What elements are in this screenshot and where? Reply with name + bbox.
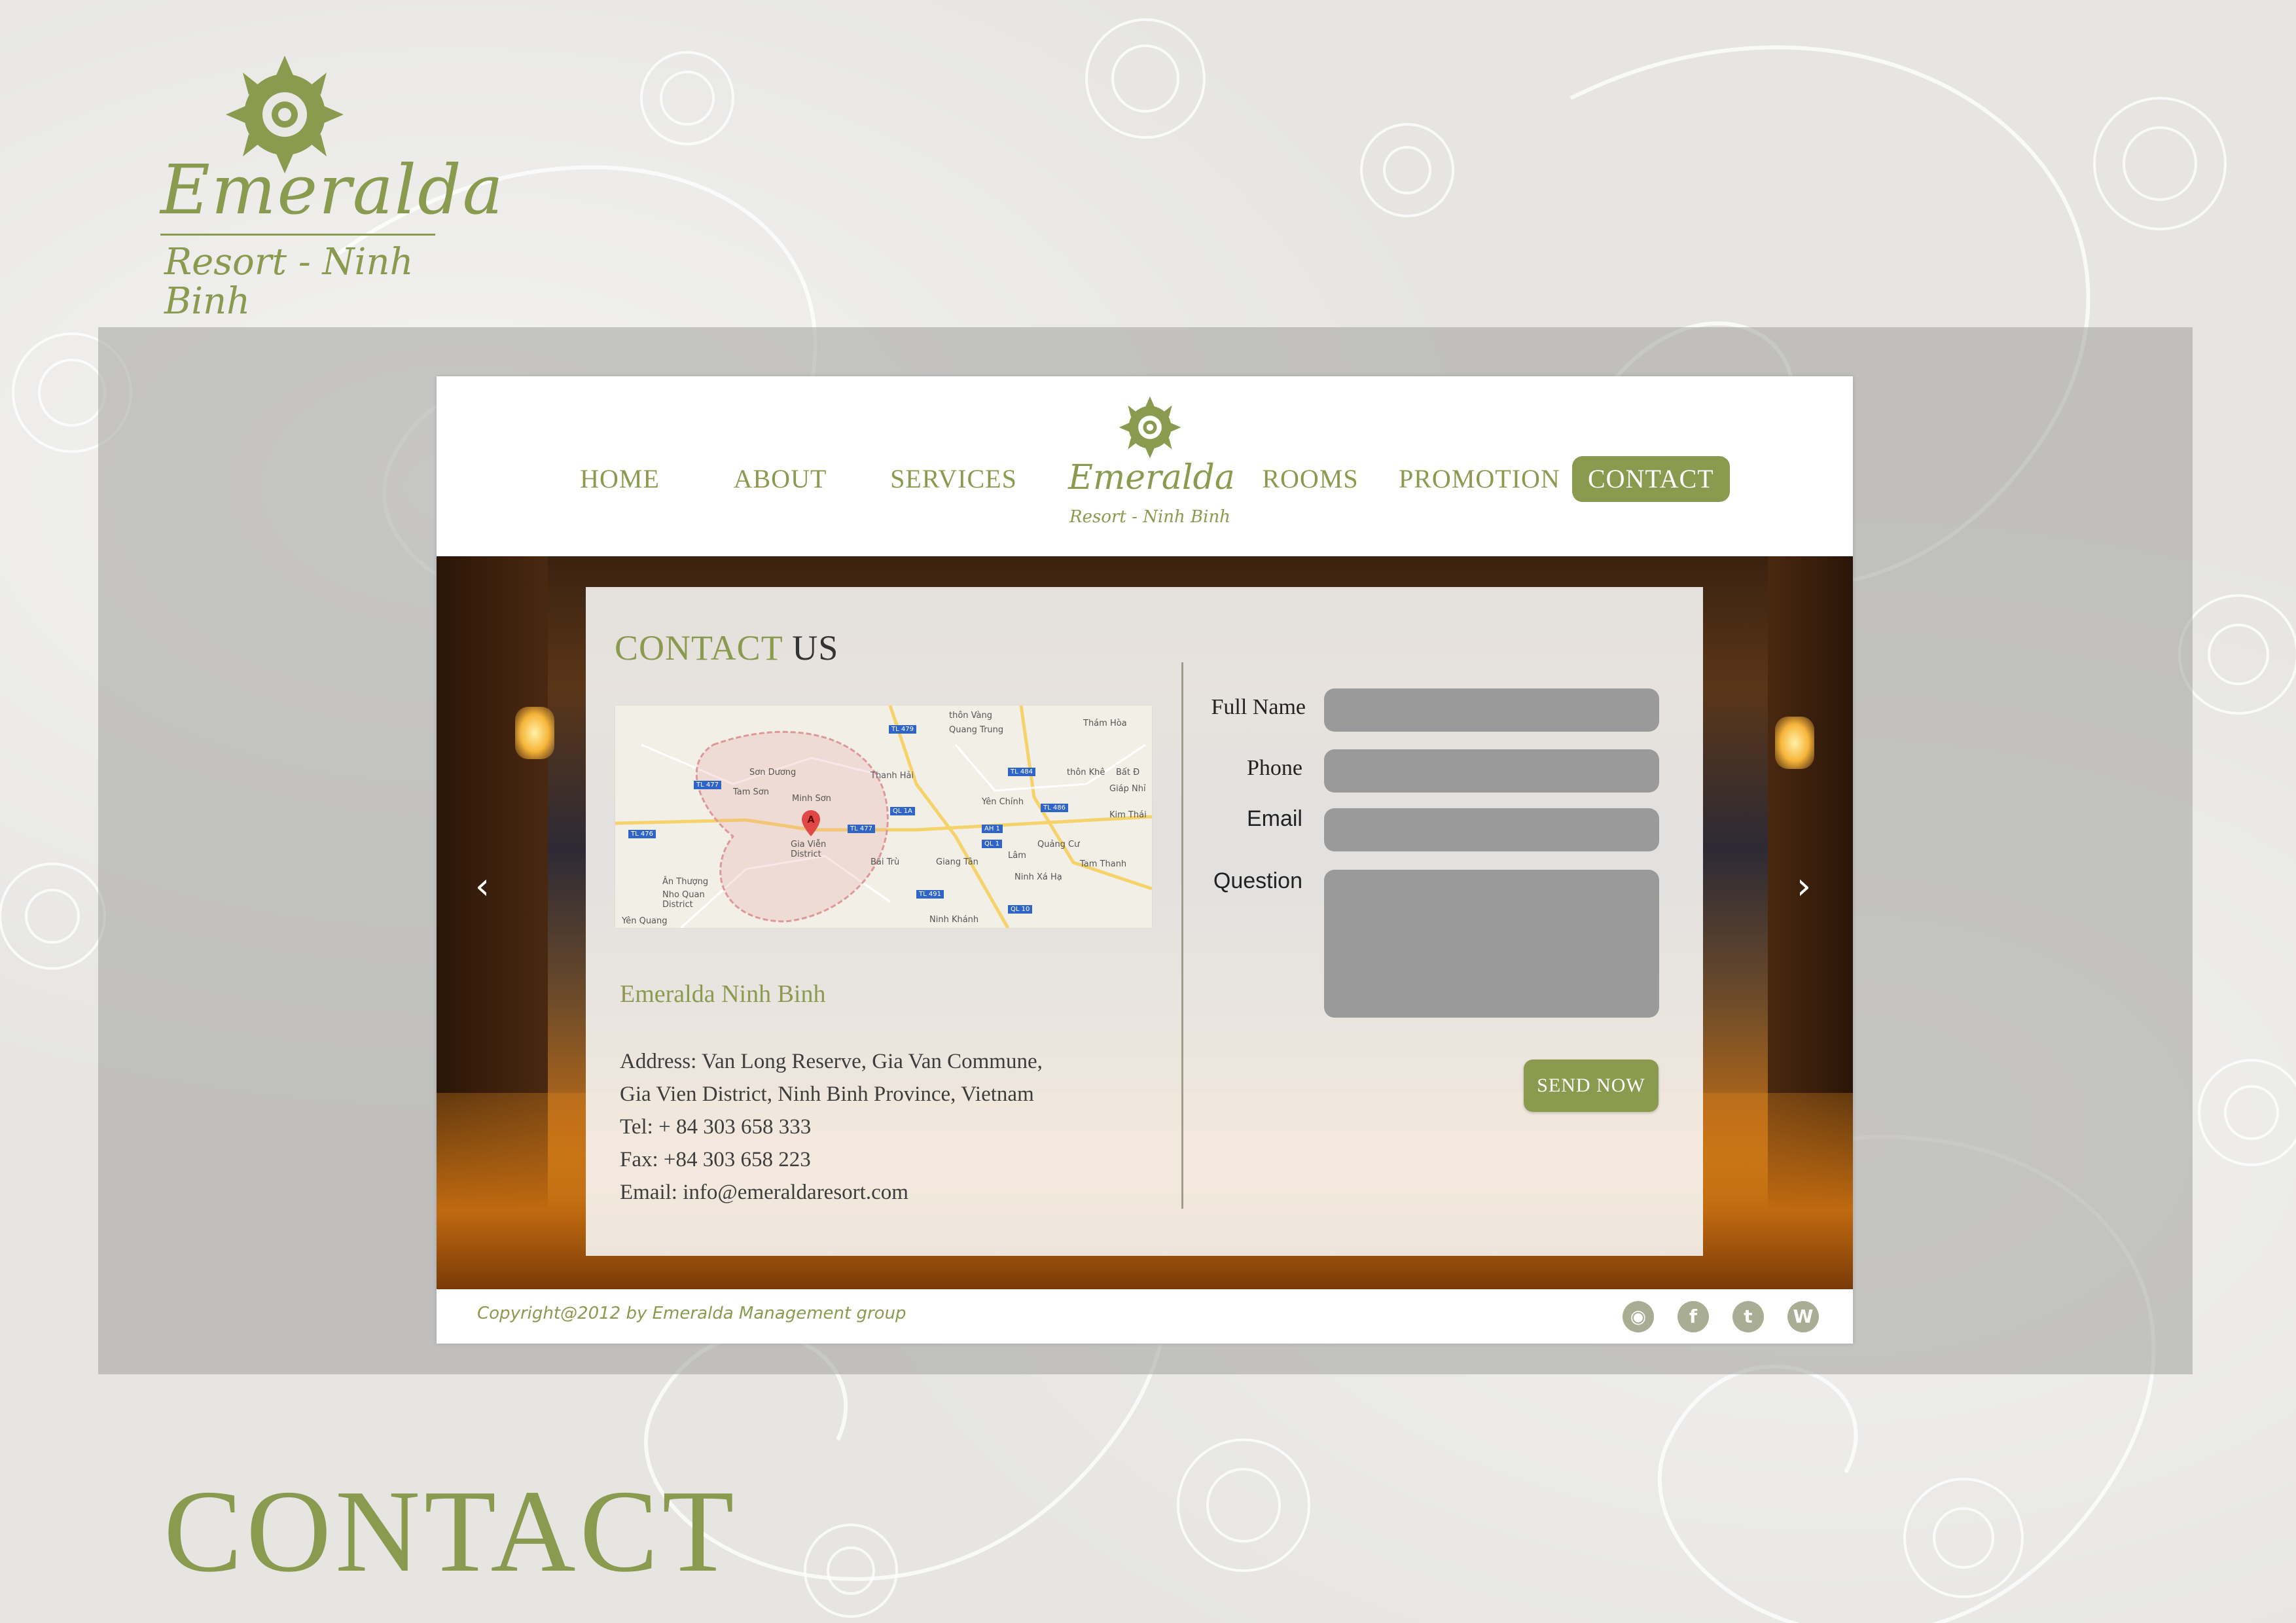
nav-rooms[interactable]: ROOMS [1261, 456, 1359, 502]
hotel-name: Emeralda Ninh Binh [620, 980, 826, 1008]
lamp-light [1775, 717, 1814, 769]
contact-title-part1: CONTACT [615, 628, 783, 668]
brand-logo: Emeralda Resort - Ninh Binh [160, 56, 505, 321]
svg-text:A: A [808, 815, 815, 825]
section-title: CONTACT [164, 1466, 738, 1596]
brand-name: Emeralda [160, 150, 505, 230]
map-pin-icon[interactable]: A [802, 810, 820, 836]
question-textarea[interactable] [1324, 870, 1659, 1018]
chevron-left-icon[interactable]: ‹ [463, 861, 502, 913]
phone-input[interactable] [1324, 749, 1659, 793]
nav-logo-name: Emeralda [1068, 458, 1235, 497]
main-nav: HOME ABOUT SERVICES Emeralda Resort - Ni… [437, 376, 1853, 556]
website-mockup: HOME ABOUT SERVICES Emeralda Resort - Ni… [437, 376, 1853, 1344]
send-now-button[interactable]: SEND NOW [1524, 1060, 1659, 1112]
facebook-icon[interactable]: f [1677, 1301, 1709, 1332]
address-line-2: Gia Vien District, Ninh Binh Province, V… [620, 1082, 1034, 1106]
contact-info: Address: Van Long Reserve, Gia Van Commu… [620, 1045, 1157, 1209]
full-name-input[interactable] [1324, 688, 1659, 732]
email-input[interactable] [1324, 808, 1659, 851]
nav-home[interactable]: HOME [567, 456, 672, 502]
nav-logo-tagline: Resort - Ninh Binh [1069, 507, 1230, 527]
wordpress-icon[interactable]: W [1787, 1301, 1819, 1332]
vertical-divider [1181, 662, 1183, 1209]
sun-emblem-icon [1119, 396, 1181, 459]
nav-contact[interactable]: CONTACT [1572, 456, 1730, 502]
phone-label: Phone [1247, 756, 1302, 780]
twitter-icon[interactable]: t [1732, 1301, 1764, 1332]
location-map[interactable]: thôn Vàng Quang Trung Thám Hòa Sơn Dương… [615, 705, 1153, 929]
chevron-right-icon[interactable]: › [1784, 861, 1823, 913]
contact-title: CONTACT US [615, 625, 838, 671]
nav-services[interactable]: SERVICES [882, 456, 1026, 502]
phone-number: Tel: + 84 303 658 333 [620, 1115, 812, 1139]
lamp-light [515, 707, 554, 759]
brand-underline [160, 234, 435, 236]
hero-slider: ‹ › CONTACT US thôn Vàng Quang Trung Thá… [437, 556, 1853, 1289]
brand-tagline: Resort - Ninh Binh [164, 241, 414, 323]
contact-title-part2: US [792, 628, 839, 668]
email-label: Email [1246, 806, 1302, 831]
contact-panel: CONTACT US thôn Vàng Quang Trung Thám Hò… [586, 587, 1703, 1256]
nav-about[interactable]: ABOUT [728, 456, 833, 502]
fax-number: Fax: +84 303 658 223 [620, 1148, 811, 1171]
full-name-label: Full Name [1211, 695, 1306, 719]
copyright-text: Copyright@2012 by Emeralda Management gr… [477, 1304, 906, 1323]
email-address[interactable]: Email: info@emeraldaresort.com [620, 1176, 1157, 1209]
nav-promotion[interactable]: PROMOTION [1399, 456, 1560, 502]
nav-logo[interactable]: Emeralda Resort - Ninh Binh [1068, 396, 1235, 546]
question-label: Question [1213, 868, 1302, 893]
address-line-1: Address: Van Long Reserve, Gia Van Commu… [620, 1050, 1043, 1073]
footer: Copyright@2012 by Emeralda Management gr… [437, 1289, 1853, 1344]
rss-icon[interactable]: ◉ [1623, 1301, 1654, 1332]
